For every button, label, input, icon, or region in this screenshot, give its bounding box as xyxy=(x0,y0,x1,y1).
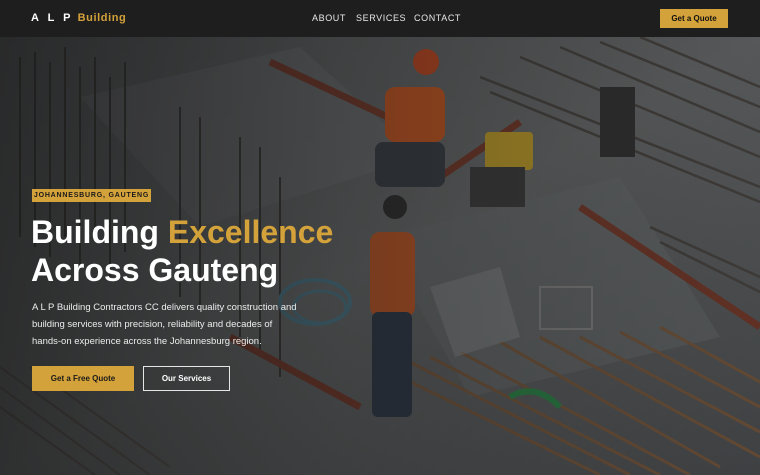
hero-section: JOHANNESBURG, GAUTENG Building Excellenc… xyxy=(0,37,760,475)
headline-building: Building xyxy=(31,214,168,250)
headline-line2: Across Gauteng xyxy=(31,252,279,288)
get-a-quote-button[interactable]: Get a Quote xyxy=(660,9,728,28)
logo-initials: A L P xyxy=(31,12,74,24)
nav-link-services[interactable]: SERVICES xyxy=(356,13,406,23)
location-badge: JOHANNESBURG, GAUTENG xyxy=(32,189,151,202)
headline-excellence: Excellence xyxy=(167,214,334,250)
get-free-quote-button[interactable]: Get a Free Quote xyxy=(32,366,134,391)
hero-headline: Building Excellence Across Gauteng xyxy=(31,213,333,289)
nav-link-contact[interactable]: CONTACT xyxy=(414,13,461,23)
top-navigation-bar: A L P Building ABOUT SERVICES CONTACT Ge… xyxy=(0,0,760,37)
logo-building-word: Building xyxy=(77,12,127,24)
nav-link-about[interactable]: ABOUT xyxy=(312,13,346,23)
our-services-button[interactable]: Our Services xyxy=(143,366,230,391)
hero-description: A L P Building Contractors CC delivers q… xyxy=(32,302,297,347)
site-logo[interactable]: A L P Building xyxy=(31,12,126,25)
